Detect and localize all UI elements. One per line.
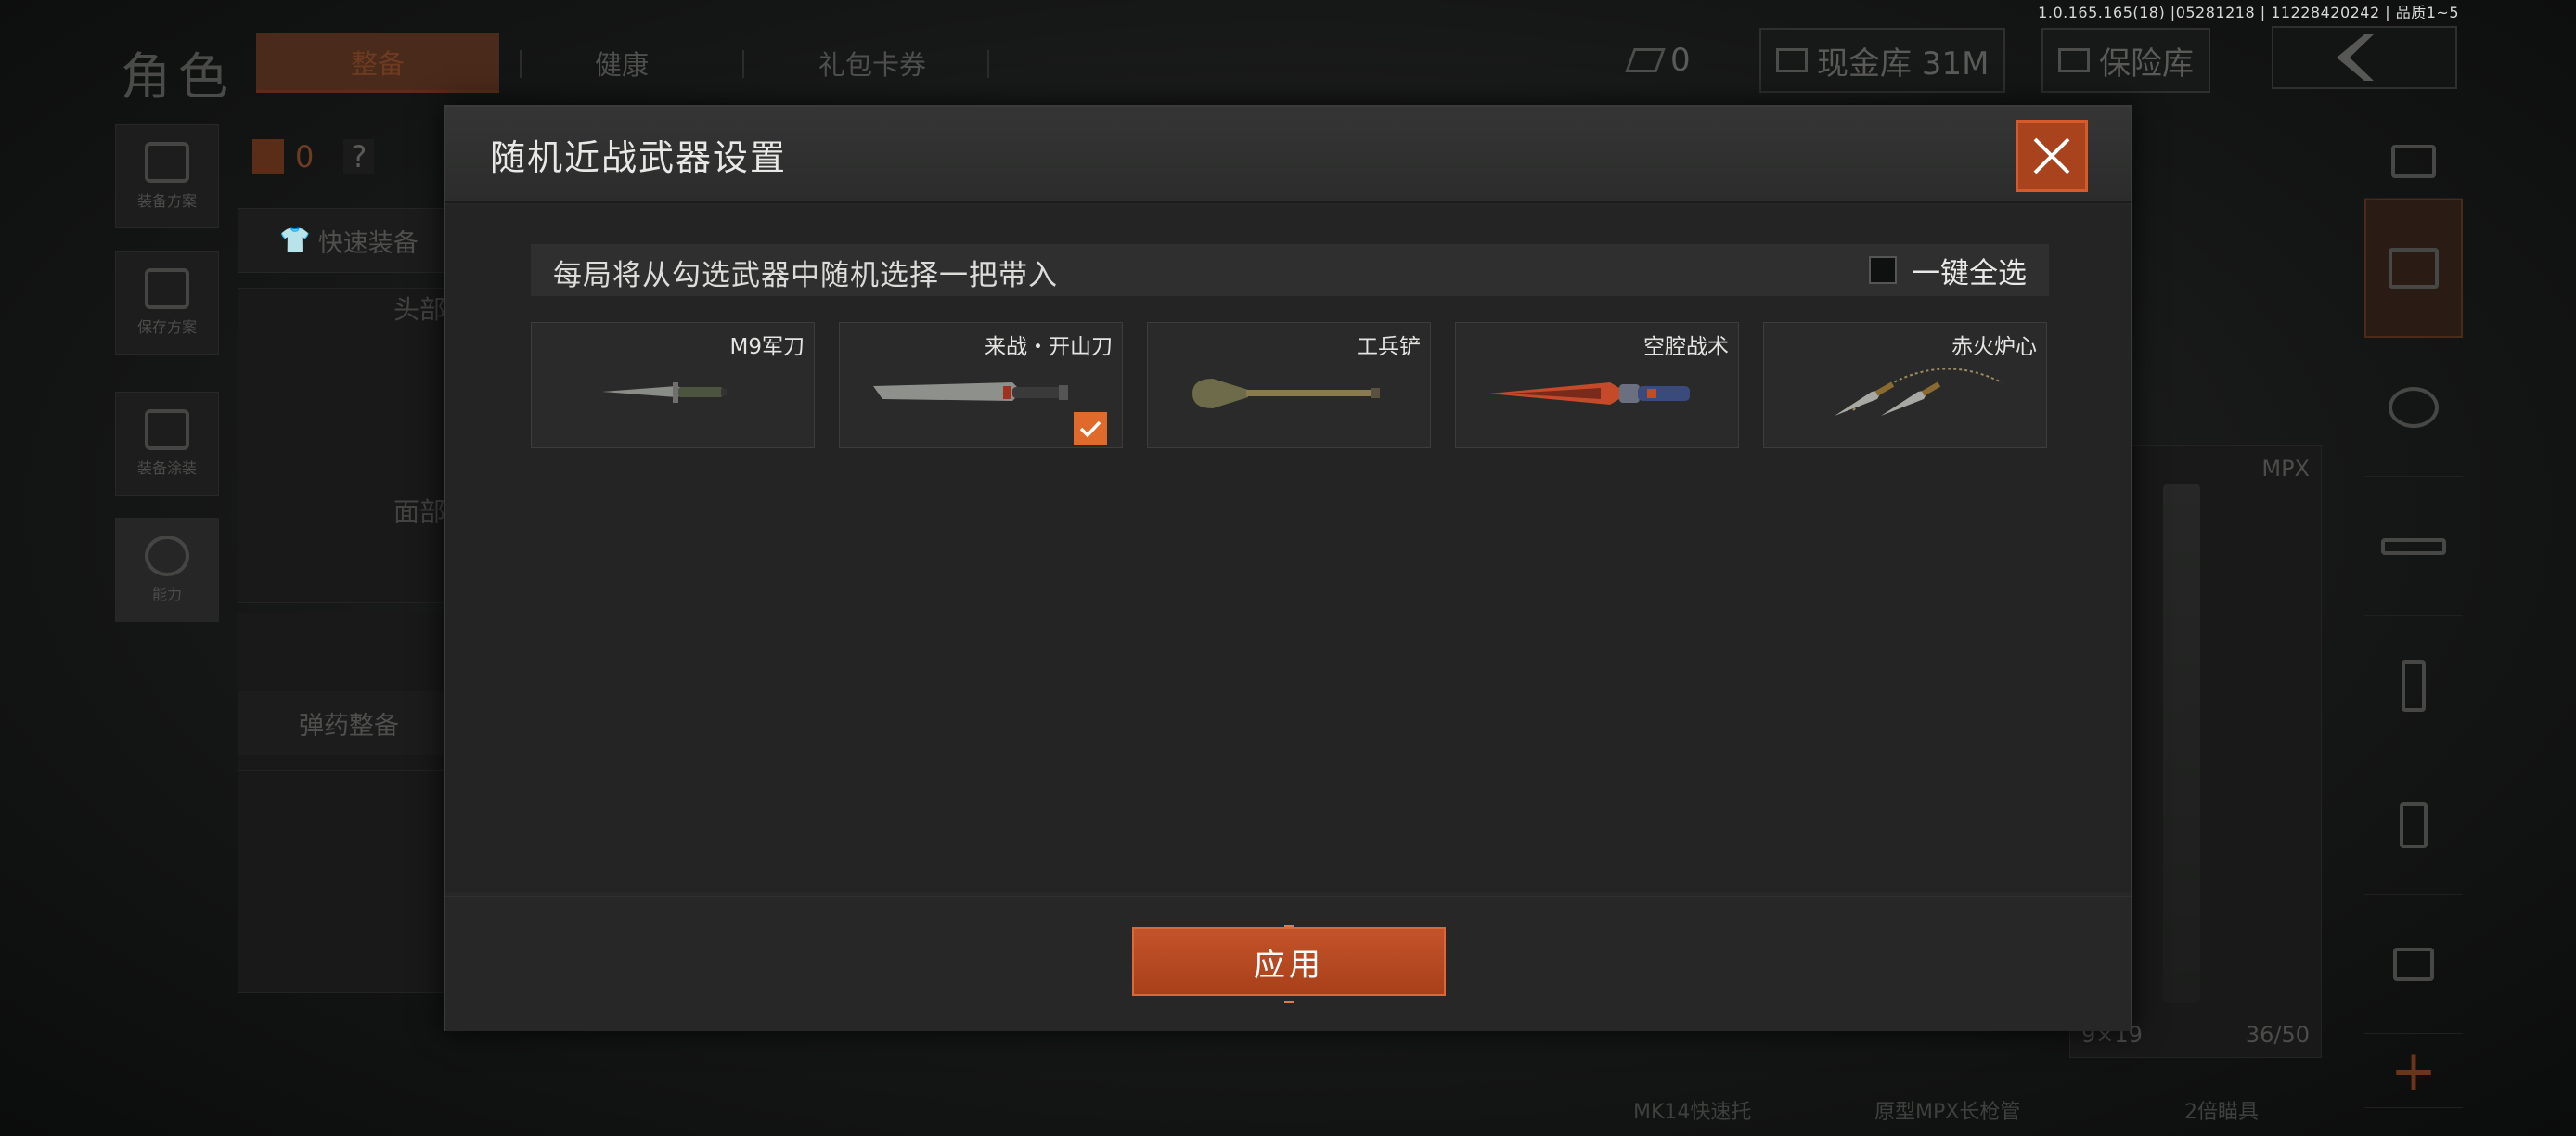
ticket-counter: 0 bbox=[1625, 28, 1691, 93]
apply-button[interactable]: 应用 bbox=[1132, 925, 1446, 1003]
attachment-mid: 原型MPX长枪管 bbox=[1874, 1101, 2021, 1124]
slot-attachment[interactable] bbox=[2364, 755, 2463, 895]
weapon-card-shovel[interactable]: 工兵铲 bbox=[1147, 322, 1431, 448]
weapon-label: 来战・开山刀 bbox=[985, 335, 1113, 359]
shovel-icon bbox=[1192, 379, 1380, 408]
right-toolbar: + bbox=[2364, 124, 2463, 1108]
dialog-header: 随机近战武器设置 bbox=[445, 107, 2131, 203]
nav-equipment-plan[interactable]: 装备方案 bbox=[115, 124, 219, 228]
slot-rifle[interactable] bbox=[2364, 477, 2463, 616]
face-label: 面部 bbox=[393, 497, 446, 527]
tab-divider bbox=[742, 50, 744, 78]
tab-divider bbox=[987, 50, 989, 78]
backpack-status: 0 ? bbox=[252, 139, 375, 174]
back-arrow-icon bbox=[2337, 34, 2374, 81]
rotate-icon bbox=[2391, 144, 2436, 178]
weapon-card-m9[interactable]: M9军刀 bbox=[531, 322, 815, 448]
weapon-name: MPX bbox=[2261, 456, 2310, 482]
nav-ability[interactable]: 能力 bbox=[115, 518, 219, 622]
weapon-label: 工兵铲 bbox=[1357, 335, 1421, 359]
select-all-toggle[interactable]: 一键全选 bbox=[1869, 250, 2027, 290]
tab-divider bbox=[520, 50, 522, 78]
equipment-panel: 0 ? 👕 快速装备 头部 面部 弹药整备 bbox=[238, 124, 460, 1136]
check-icon bbox=[1079, 420, 1101, 438]
plus-icon: + bbox=[2389, 1038, 2438, 1104]
bayonet-knife-icon bbox=[602, 382, 727, 403]
screen: { "version": "1.0.165.165(18) |05281218 … bbox=[0, 0, 2576, 1136]
quick-equip-button[interactable]: 👕 快速装备 bbox=[238, 208, 460, 273]
weapon-grid: M9军刀 来战・开山刀 工兵铲 空腔战术 赤火炉心 bbox=[531, 322, 2049, 448]
weapon-label: 空腔战术 bbox=[1643, 335, 1729, 359]
head-slot[interactable] bbox=[238, 288, 460, 603]
info-bar: 每局将从勾选武器中随机选择一把带入 一键全选 bbox=[531, 244, 2049, 296]
head-label: 头部 bbox=[393, 294, 446, 325]
rotate-button[interactable] bbox=[2364, 124, 2463, 199]
tab-prepare[interactable]: 整备 bbox=[256, 33, 499, 93]
rifle-icon bbox=[2381, 537, 2446, 555]
safe-icon bbox=[2058, 48, 2090, 72]
shirt-icon: 👕 bbox=[279, 226, 311, 255]
nav-equipment-skin[interactable]: 装备涂装 bbox=[115, 392, 219, 496]
dialog-body: 每局将从勾选武器中随机选择一把带入 一键全选 M9军刀 来战・开山刀 工兵铲 空… bbox=[445, 205, 2131, 892]
weapon-label: 赤火炉心 bbox=[1951, 335, 2037, 359]
box-icon bbox=[2389, 248, 2439, 289]
scope-icon bbox=[2393, 947, 2434, 981]
ammo-slot[interactable] bbox=[238, 770, 460, 993]
ammo-count: 36/50 bbox=[2245, 1022, 2310, 1048]
helmet-icon bbox=[2389, 386, 2439, 428]
magazine-icon bbox=[2402, 659, 2426, 712]
nav-save-plan[interactable]: 保存方案 bbox=[115, 251, 219, 355]
slot-magazine[interactable] bbox=[2364, 616, 2463, 755]
ticket-icon bbox=[1625, 48, 1666, 72]
backpack-icon bbox=[145, 142, 189, 183]
ticket-count: 0 bbox=[1670, 42, 1691, 79]
close-button[interactable] bbox=[2016, 120, 2088, 192]
slot-optic[interactable] bbox=[2364, 895, 2463, 1034]
cash-vault-label: 现金库 31M bbox=[1817, 45, 1990, 83]
weapon-checkbox-checked[interactable] bbox=[1074, 412, 1107, 445]
weapon-card-machete[interactable]: 来战・开山刀 bbox=[839, 322, 1123, 448]
lightning-icon bbox=[145, 536, 189, 576]
back-button[interactable] bbox=[2272, 26, 2457, 89]
melee-random-dialog: 随机近战武器设置 每局将从勾选武器中随机选择一把带入 一键全选 M9军刀 来战・… bbox=[444, 105, 2132, 1031]
machete-icon bbox=[873, 382, 1068, 401]
dialog-footer: 应用 bbox=[445, 896, 2131, 1031]
cash-vault-button[interactable]: 现金库 31M bbox=[1759, 28, 2006, 93]
chart-icon bbox=[1776, 48, 1808, 72]
attachment-left: MK14快速托 bbox=[1633, 1101, 1752, 1124]
download-icon bbox=[145, 268, 189, 309]
left-nav: 装备方案 保存方案 装备涂装 能力 bbox=[115, 124, 221, 644]
ammo-prep-button[interactable]: 弹药整备 bbox=[238, 691, 460, 755]
slot-armor[interactable] bbox=[2364, 199, 2463, 338]
tab-health[interactable]: 健康 bbox=[529, 33, 715, 93]
help-button[interactable]: ? bbox=[343, 139, 375, 174]
insurance-vault-button[interactable]: 保险库 bbox=[2041, 28, 2210, 93]
page-title: 角色 bbox=[121, 47, 236, 106]
slot-helmet[interactable] bbox=[2364, 338, 2463, 477]
attachment-right: 2倍瞄具 bbox=[2184, 1101, 2259, 1124]
tactical-blade-icon bbox=[1489, 382, 1690, 405]
version-label: 1.0.165.165(18) |05281218 | 11228420242 … bbox=[2038, 4, 2459, 21]
helmet-icon bbox=[145, 409, 189, 450]
weapon-card-kunai[interactable]: 赤火炉心 bbox=[1763, 322, 2047, 448]
select-all-label: 一键全选 bbox=[1912, 256, 2027, 290]
weapon-label: M9军刀 bbox=[729, 335, 805, 359]
info-text: 每局将从勾选武器中随机选择一把带入 bbox=[553, 259, 1058, 292]
select-all-checkbox[interactable] bbox=[1869, 256, 1897, 284]
dialog-title: 随机近战武器设置 bbox=[490, 137, 788, 178]
rifle-image bbox=[2163, 484, 2200, 1003]
vest-icon bbox=[252, 139, 284, 174]
grip-icon bbox=[2400, 801, 2428, 848]
twin-kunai-icon bbox=[1835, 368, 2003, 416]
add-button[interactable]: + bbox=[2364, 1034, 2463, 1108]
tab-gift-cards[interactable]: 礼包卡券 bbox=[761, 33, 984, 93]
insurance-vault-label: 保险库 bbox=[2099, 45, 2194, 83]
weapon-card-tactical[interactable]: 空腔战术 bbox=[1455, 322, 1739, 448]
close-icon bbox=[2033, 137, 2070, 174]
